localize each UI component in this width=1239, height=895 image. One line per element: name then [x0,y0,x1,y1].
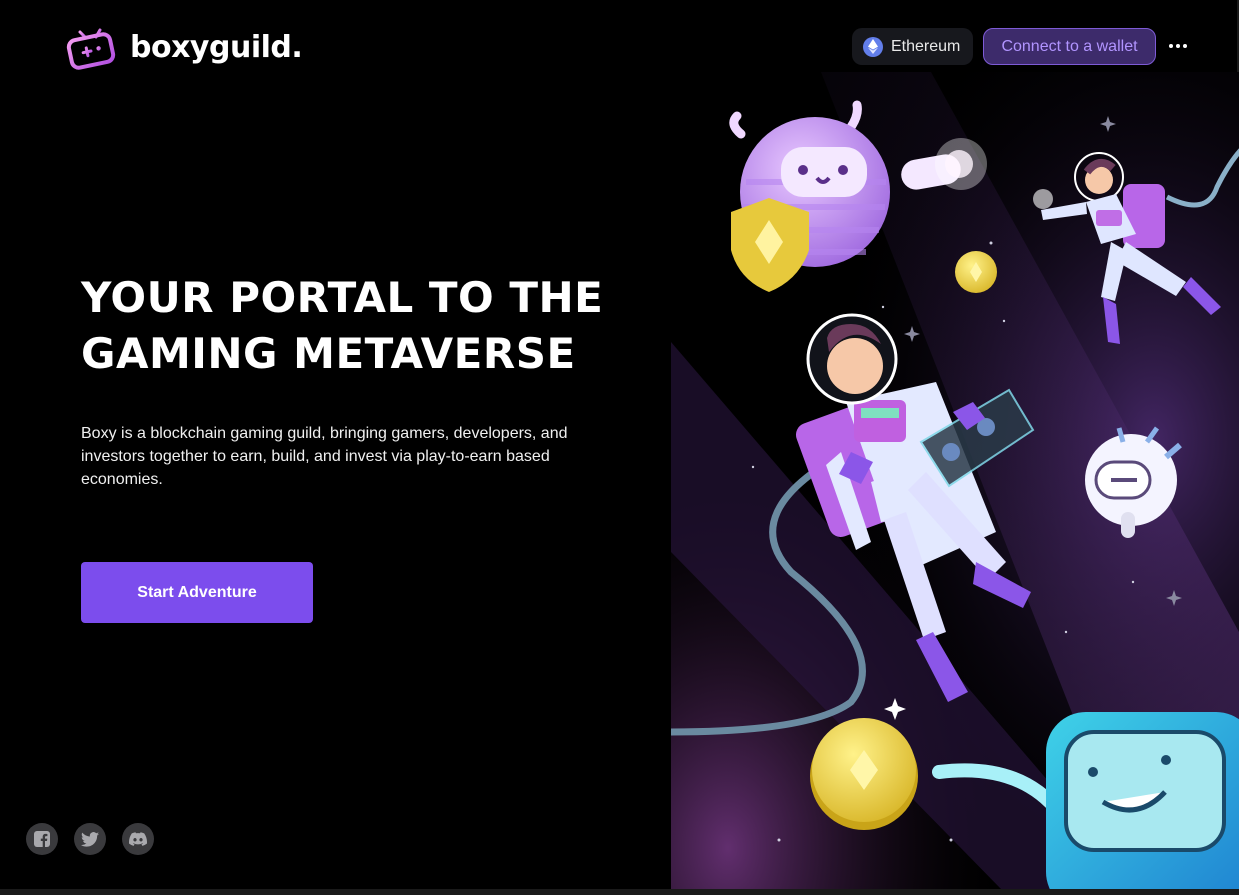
hero-title: YOUR PORTAL TO THE GAMING METAVERSE [81,273,604,378]
twitter-icon[interactable] [74,823,106,855]
discord-icon[interactable] [122,823,154,855]
brand-logo[interactable]: boxyguild. [66,24,303,70]
hero-illustration [671,72,1239,889]
network-selector[interactable]: Ethereum [852,28,973,65]
more-dots-icon[interactable] [1166,34,1190,58]
network-label: Ethereum [891,37,961,55]
ethereum-icon [863,36,883,57]
facebook-icon[interactable] [26,823,58,855]
connect-wallet-button[interactable]: Connect to a wallet [983,28,1156,65]
start-adventure-button[interactable]: Start Adventure [81,562,313,623]
brand-name: boxyguild. [130,29,303,65]
gamepad-tv-icon [66,28,116,70]
hero-description: Boxy is a blockchain gaming guild, bring… [81,425,568,488]
